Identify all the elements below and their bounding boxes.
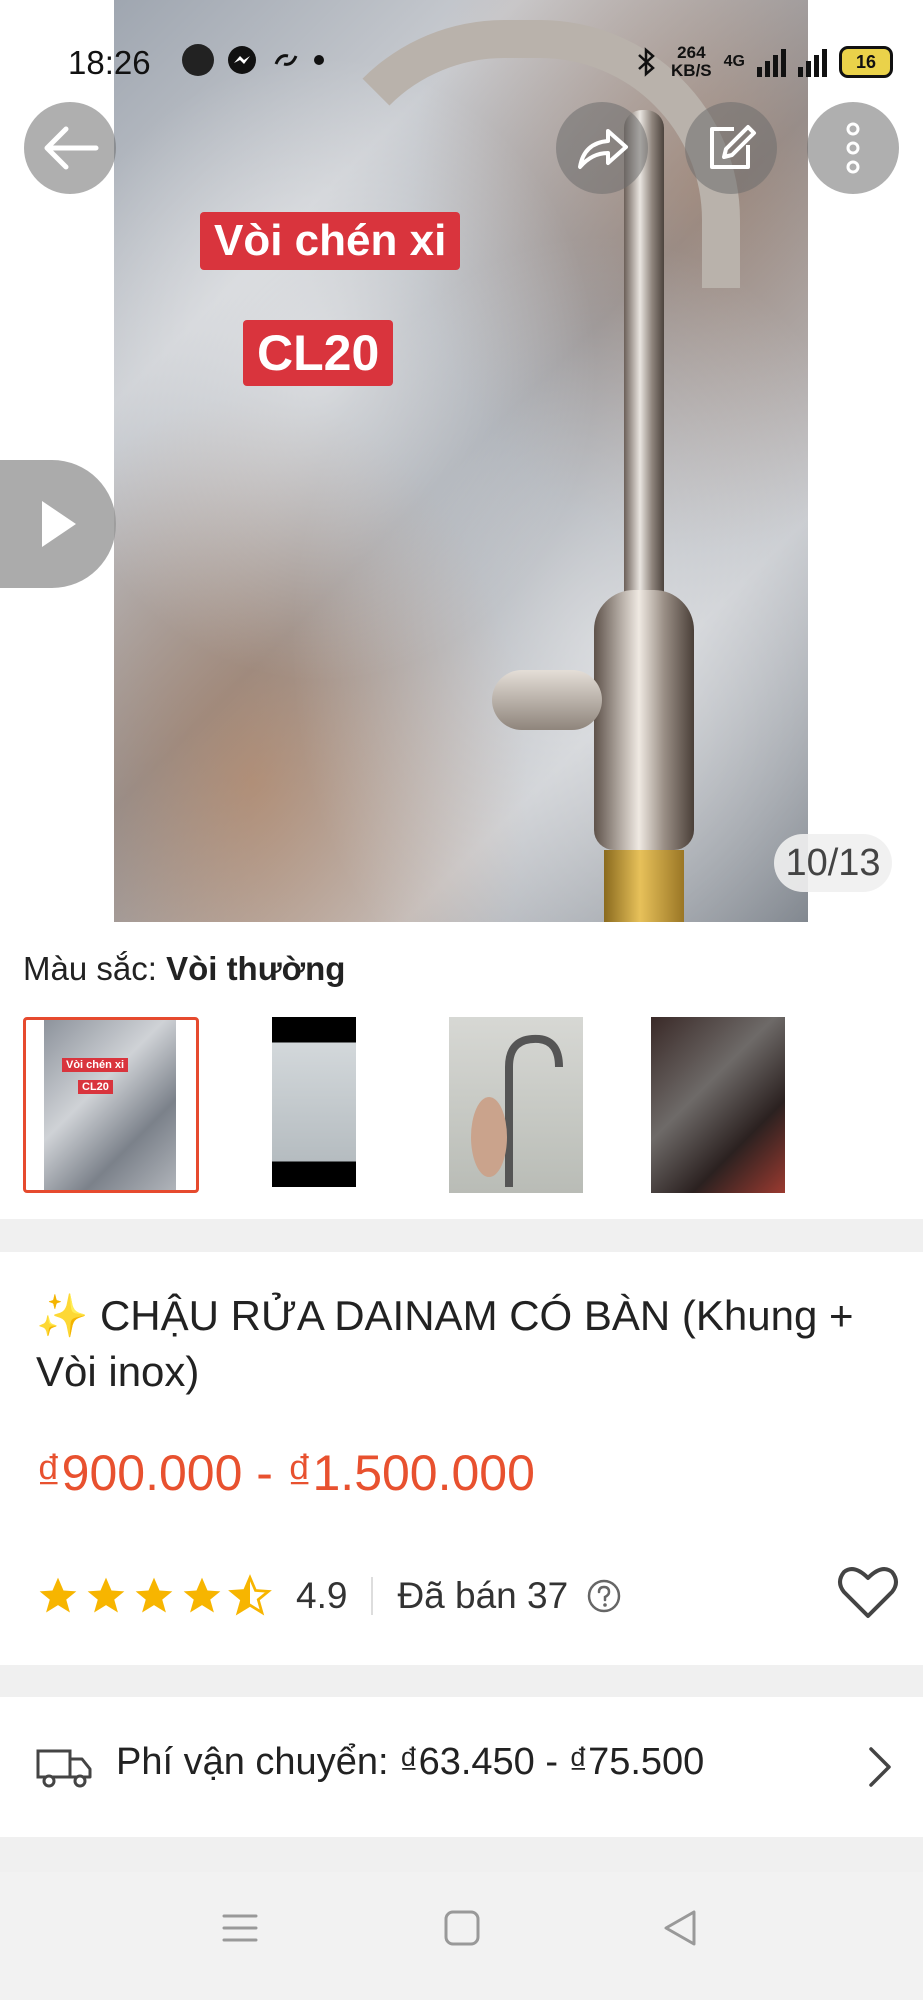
rating-row: 4.9 Đã bán 37 <box>36 1566 898 1626</box>
status-bar: 18:26 264 KB/S 4G 16 <box>0 0 923 120</box>
edit-icon <box>710 125 756 169</box>
star-half-icon <box>228 1574 272 1616</box>
faucet-brass-fitting <box>604 850 684 922</box>
signal-icon-2 <box>798 47 827 77</box>
thumbnail-image <box>449 1017 583 1193</box>
network-speed-value: 264 <box>677 43 706 62</box>
more-notifications-dot <box>314 55 324 65</box>
system-icons: 264 KB/S 4G 16 <box>635 44 893 80</box>
status-time: 18:26 <box>68 44 151 81</box>
variant-label-text: Màu sắc: <box>23 950 167 987</box>
more-options-button[interactable] <box>807 102 899 194</box>
rating-stars <box>36 1574 272 1618</box>
bluetooth-icon <box>638 47 655 77</box>
share-icon <box>578 129 628 169</box>
thumbnail-image <box>272 1017 356 1187</box>
notification-icons <box>182 44 324 76</box>
chevron-right-icon <box>869 1747 891 1787</box>
edit-button[interactable] <box>685 102 777 194</box>
network-speed: 264 KB/S <box>671 44 712 80</box>
heart-icon[interactable] <box>836 1562 900 1622</box>
home-icon[interactable] <box>442 1908 482 1948</box>
product-image-gallery[interactable]: Vòi chén xi CL20 10/13 <box>0 0 923 922</box>
back-triangle-icon[interactable] <box>660 1908 700 1948</box>
thumbnail-image <box>44 1020 176 1190</box>
shipping-fee: Phí vận chuyển: ₫63.450 - ₫75.500 <box>116 1741 705 1783</box>
photo-overlay-label: Vòi chén xi <box>200 212 461 270</box>
star-full-icon <box>135 1577 173 1613</box>
link-icon <box>274 54 298 66</box>
variant-label: Màu sắc: Vòi thường <box>23 950 345 988</box>
play-icon <box>42 501 76 547</box>
thumbnail-code: CL20 <box>78 1080 113 1094</box>
sold-count: Đã bán 37 <box>397 1575 569 1616</box>
play-video-button[interactable] <box>0 460 116 588</box>
shipping-row[interactable]: Phí vận chuyển: ₫63.450 - ₫75.500 <box>0 1697 923 1837</box>
divider <box>371 1577 374 1615</box>
signal-icon <box>757 47 786 77</box>
star-full-icon <box>87 1577 125 1613</box>
variant-thumbnail-4[interactable] <box>629 1017 805 1193</box>
share-button[interactable] <box>556 102 648 194</box>
image-counter: 10/13 <box>774 834 892 892</box>
battery-icon: 16 <box>839 46 893 78</box>
help-icon[interactable] <box>586 1578 622 1614</box>
thumbnail-label: Vòi chén xi <box>62 1058 129 1072</box>
product-info-section: ✨ CHẬU RỬA DAINAM CÓ BÀN (Khung + Vòi in… <box>0 1252 923 1665</box>
more-vertical-icon <box>846 122 860 174</box>
arrow-left-icon <box>44 126 99 170</box>
back-button[interactable] <box>24 102 116 194</box>
variant-thumbnail-2[interactable] <box>225 1017 401 1193</box>
system-navigation-bar <box>0 1872 923 2000</box>
star-full-icon <box>183 1577 221 1613</box>
faucet-body-shape <box>594 590 694 850</box>
photo-overlay-code: CL20 <box>243 320 394 386</box>
network-type: 4G <box>723 53 745 70</box>
faucet-thumbnail-icon <box>471 1034 563 1187</box>
recent-apps-icon[interactable] <box>220 1908 260 1948</box>
faucet-handle-shape <box>492 670 602 730</box>
app-notification-icon <box>182 44 214 76</box>
variant-section: Màu sắc: Vòi thường Vòi chén xi CL20 <box>0 922 923 1219</box>
rating-value: 4.9 <box>296 1575 348 1616</box>
variant-thumbnail-1[interactable]: Vòi chén xi CL20 <box>23 1017 199 1193</box>
variant-selected-value: Vòi thường <box>166 950 346 987</box>
messenger-icon <box>228 46 256 74</box>
truck-icon <box>36 1749 92 1788</box>
variant-thumbnail-3[interactable] <box>427 1017 603 1193</box>
product-price: ₫900.000 - ₫1.500.000 <box>36 1445 535 1501</box>
product-title: ✨ CHẬU RỬA DAINAM CÓ BÀN (Khung + Vòi in… <box>36 1292 854 1395</box>
faucet-pipe-shape <box>624 110 664 610</box>
thumbnail-image <box>651 1017 785 1193</box>
star-full-icon <box>39 1577 77 1613</box>
network-speed-unit: KB/S <box>671 61 712 80</box>
